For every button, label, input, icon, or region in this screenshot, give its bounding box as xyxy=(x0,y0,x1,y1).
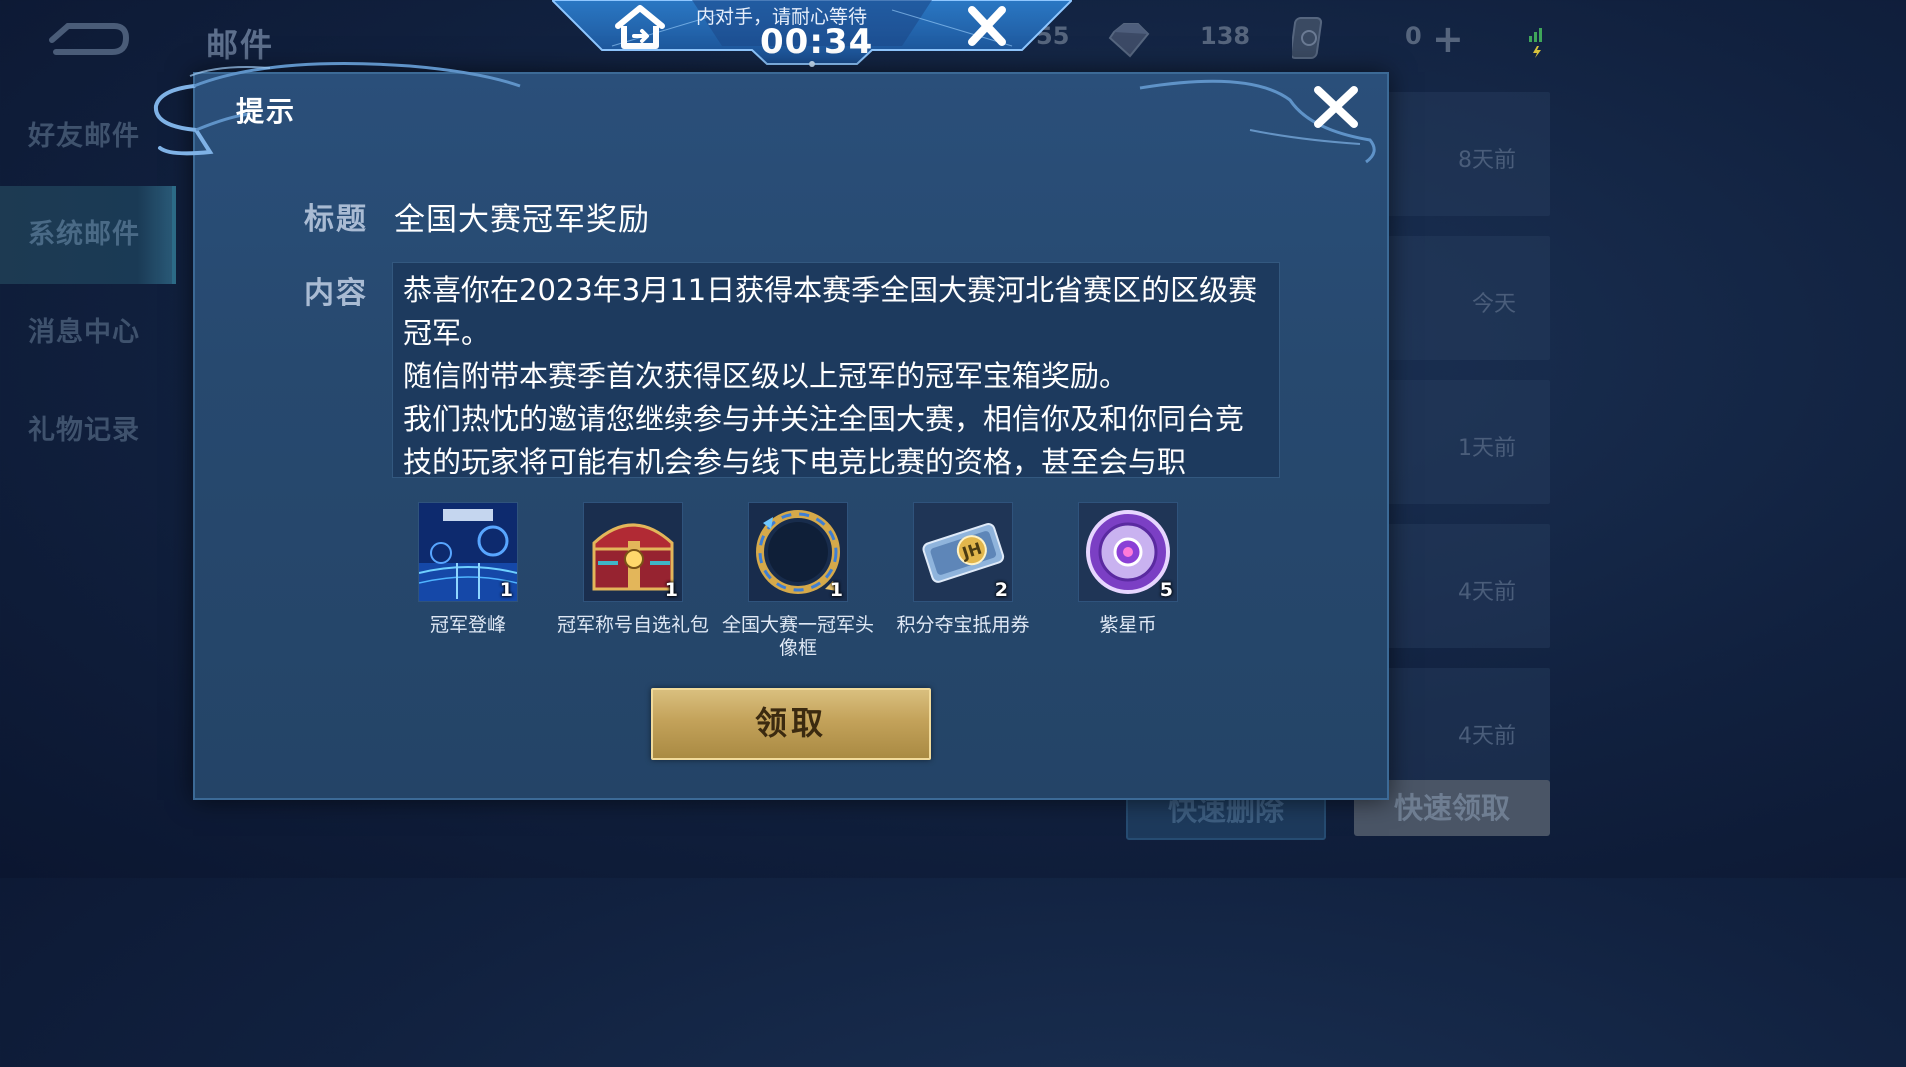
claim-button[interactable]: 领取 xyxy=(651,688,931,760)
reward-item[interactable]: 1 全国大赛一冠军头像框 xyxy=(718,502,878,660)
mail-time: 8天前 xyxy=(1458,148,1516,173)
dialog-ornament xyxy=(153,62,521,156)
plus-icon[interactable]: + xyxy=(1432,20,1464,58)
champion-peak-icon: 1 xyxy=(418,502,518,602)
reward-name: 冠军称号自选礼包 xyxy=(556,614,709,636)
mail-time: 4天前 xyxy=(1458,724,1516,749)
card-icon xyxy=(1292,17,1323,59)
signal-icon xyxy=(1529,28,1542,58)
avatar-frame-icon: 1 xyxy=(748,502,848,602)
list-item[interactable]: 8天前 xyxy=(1386,92,1550,216)
card-count: 0 xyxy=(1405,22,1422,50)
list-item[interactable]: 1天前 xyxy=(1386,380,1550,504)
reward-item[interactable]: 1 冠军登峰 xyxy=(388,502,548,637)
content-paragraph: 恭喜你在2023年3月11日获得本赛季全国大赛河北省赛区的区级赛冠军。 xyxy=(403,273,1258,350)
list-item[interactable]: 4天前 xyxy=(1386,668,1550,792)
dialog-title: 提示 xyxy=(236,95,297,128)
sidebar-item-message-center[interactable]: 消息中心 xyxy=(0,284,176,382)
subject-label: 标题 xyxy=(304,202,368,237)
content-paragraph: 我们热忱的邀请您继续参与并关注全国大赛，相信你及和你同台竞技的玩家将可能有机会参… xyxy=(403,402,1245,478)
coupon-icon: JH 2 xyxy=(913,502,1013,602)
purple-star-coin-icon: 5 xyxy=(1078,502,1178,602)
cancel-matching-icon[interactable] xyxy=(964,6,1010,46)
home-icon[interactable] xyxy=(612,4,668,50)
mail-time: 1天前 xyxy=(1458,436,1516,461)
close-icon[interactable] xyxy=(1312,84,1360,130)
subject-value: 全国大赛冠军奖励 xyxy=(394,202,650,238)
content-paragraph: 随信附带本赛季首次获得区级以上冠军的冠军宝箱奖励。 xyxy=(403,359,1129,393)
reward-item[interactable]: 5 紫星币 xyxy=(1048,502,1208,637)
mail-time: 4天前 xyxy=(1458,580,1516,605)
reward-quantity: 5 xyxy=(1159,579,1173,601)
list-item[interactable]: 今天 xyxy=(1386,236,1550,360)
list-item[interactable]: 4天前 xyxy=(1386,524,1550,648)
mail-list: 8天前 今天 1天前 4天前 4天前 xyxy=(1386,92,1550,812)
sidebar-item-system-mail[interactable]: 系统邮件 xyxy=(0,186,176,284)
reward-name: 积分夺宝抵用券 xyxy=(896,614,1030,636)
reward-quantity: 1 xyxy=(829,579,843,601)
reward-name: 冠军登峰 xyxy=(429,614,506,636)
reward-item[interactable]: JH 2 积分夺宝抵用券 xyxy=(883,502,1043,637)
gem-count: 138 xyxy=(1200,22,1251,50)
mail-time: 今天 xyxy=(1471,292,1516,317)
reward-quantity: 1 xyxy=(664,579,678,601)
sidebar-item-gift-records[interactable]: 礼物记录 xyxy=(0,382,176,480)
reward-name: 紫星币 xyxy=(1099,614,1157,636)
treasure-chest-icon: 1 xyxy=(583,502,683,602)
reward-quantity: 2 xyxy=(994,579,1008,601)
content-label: 内容 xyxy=(304,276,368,311)
reward-item[interactable]: 1 冠军称号自选礼包 xyxy=(553,502,713,637)
reward-name: 全国大赛一冠军头像框 xyxy=(721,614,874,659)
content-scroll-area[interactable]: 恭喜你在2023年3月11日获得本赛季全国大赛河北省赛区的区级赛冠军。 随信附带… xyxy=(392,262,1280,478)
matching-timer: 00:34 xyxy=(760,22,874,62)
reward-quantity: 1 xyxy=(499,579,513,601)
back-arrow-icon[interactable] xyxy=(48,18,130,60)
gem-icon xyxy=(1108,23,1150,58)
